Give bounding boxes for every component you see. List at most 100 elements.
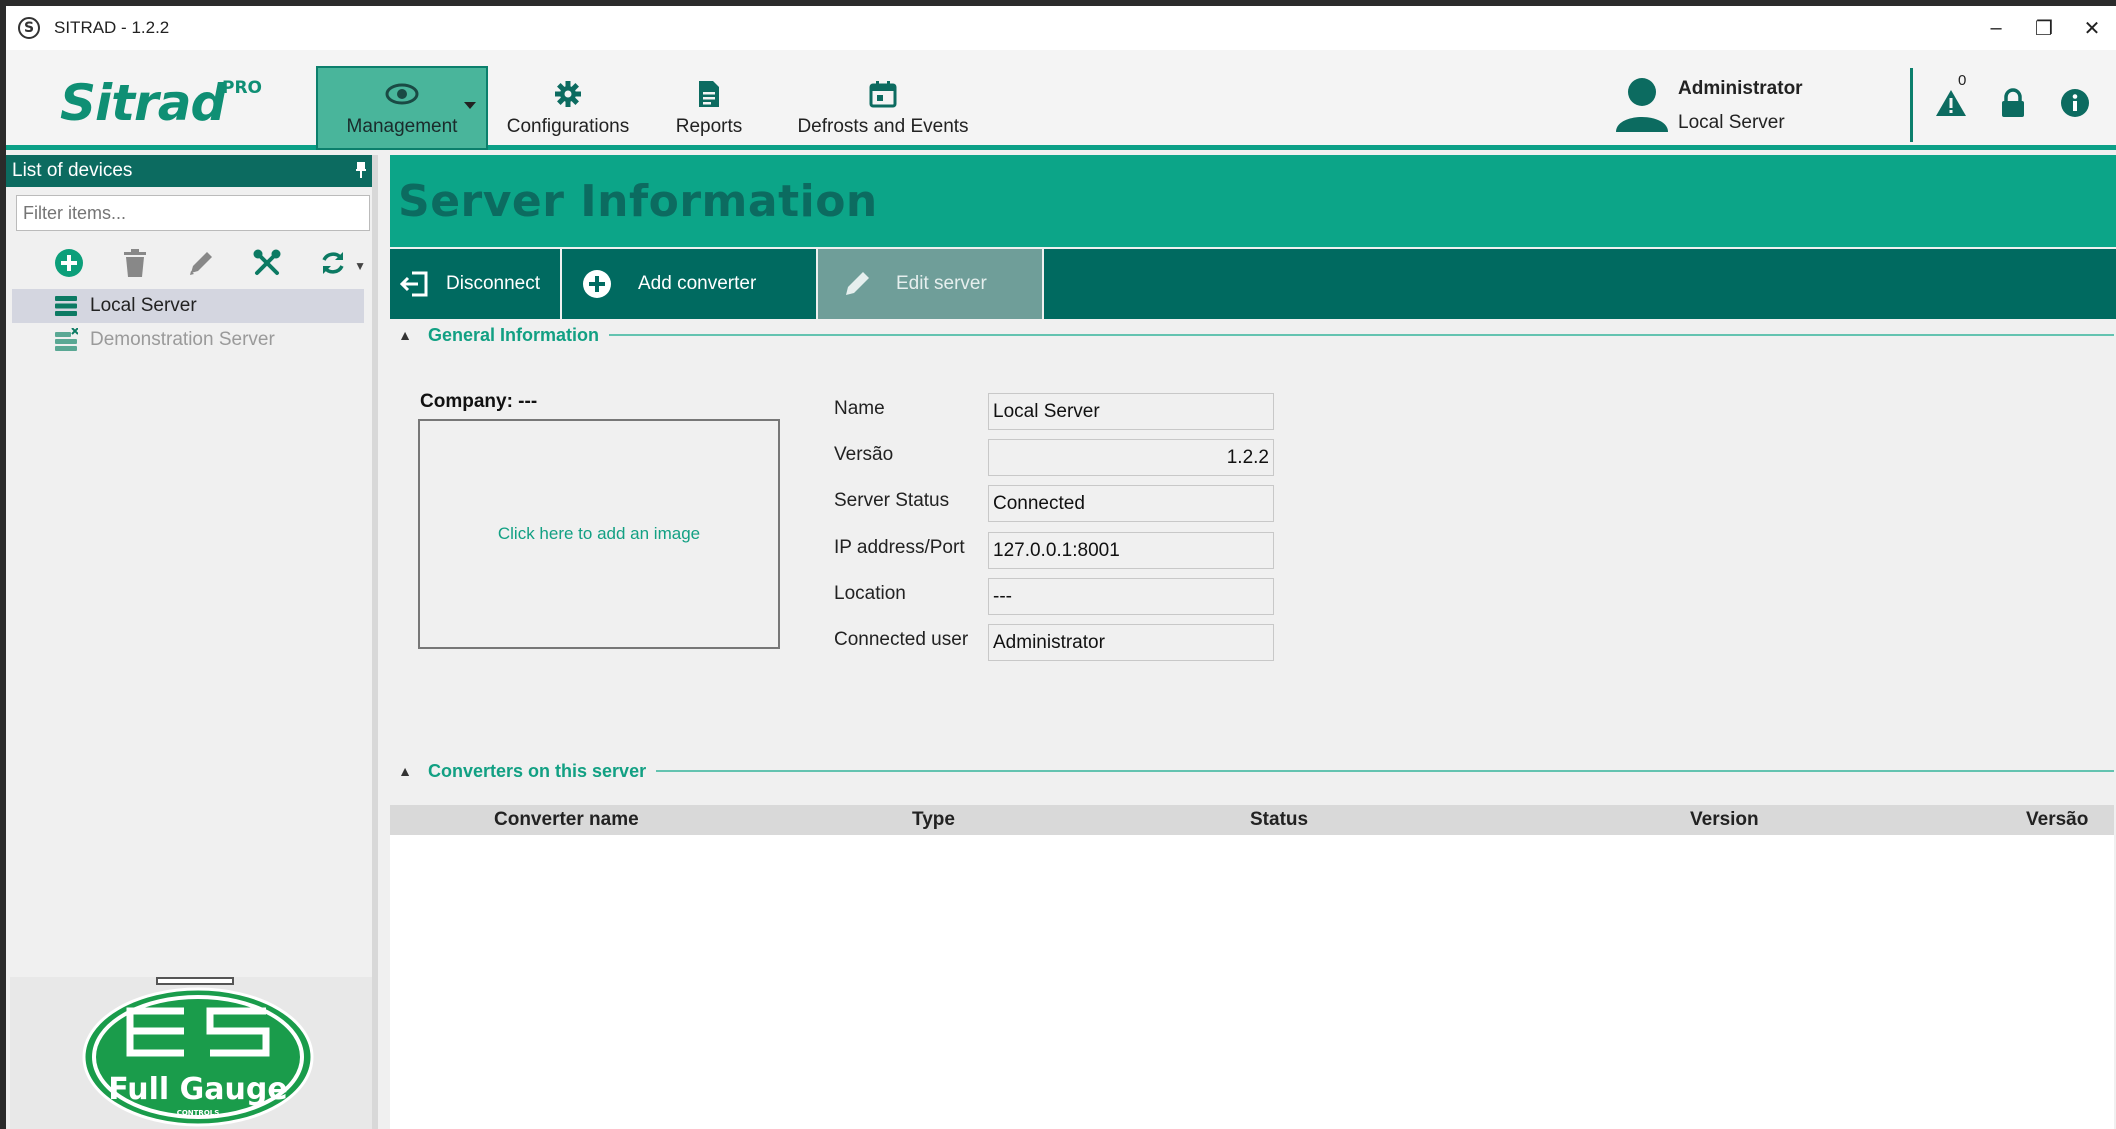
user-info[interactable]: Administrator Local Server <box>1606 68 1836 148</box>
app-icon: S <box>18 17 40 39</box>
server-disconnected-icon <box>55 328 78 351</box>
user-server: Local Server <box>1678 112 1785 133</box>
alert-count: 0 <box>1958 72 1967 89</box>
calendar-icon <box>869 78 897 110</box>
server-status-label: Server Status <box>834 490 950 511</box>
section-title: General Information <box>428 324 600 345</box>
section-divider <box>609 334 2114 336</box>
pin-icon[interactable] <box>356 162 366 178</box>
panel-title-text: List of devices <box>12 160 133 181</box>
full-gauge-logo: Full Gauge CONTROLS <box>82 987 314 1127</box>
version-label: Versão <box>834 444 894 465</box>
company-image-box[interactable]: Click here to add an image <box>418 419 780 649</box>
tree-item-demonstration-server[interactable]: Demonstration Server <box>12 323 364 357</box>
pencil-icon <box>840 267 874 301</box>
collapse-chevron-icon[interactable]: ▲ <box>390 763 420 779</box>
column-header-converter-name[interactable]: Converter name <box>494 809 639 831</box>
main-content: Server Information Disconnect Add conver… <box>390 155 2116 1129</box>
chevron-down-icon[interactable] <box>464 102 476 109</box>
main-menu: Management Configurations Reports Defros… <box>316 66 996 150</box>
gear-icon <box>554 78 582 110</box>
table-header: Converter name Type Status Version Versã… <box>390 805 2114 835</box>
restore-button[interactable]: ❐ <box>2020 6 2068 50</box>
connected-user-label: Connected user <box>834 629 969 650</box>
section-divider <box>656 770 2114 772</box>
ip-port-field[interactable]: 127.0.0.1:8001 <box>988 532 1274 569</box>
add-circle-icon <box>580 267 614 301</box>
ip-port-label: IP address/Port <box>834 537 965 558</box>
menu-label: Reports <box>675 116 743 137</box>
sitrad-logo-pro: PRO <box>222 78 263 98</box>
location-label: Location <box>834 583 906 604</box>
collapse-chevron-icon[interactable]: ▲ <box>390 327 420 343</box>
delete-icon[interactable] <box>102 243 168 283</box>
tools-icon[interactable] <box>234 243 300 283</box>
info-icon[interactable] <box>2058 86 2092 120</box>
device-list-panel: List of devices ▼ Loca <box>6 155 378 1129</box>
title-bar: S SITRAD - 1.2.2 – ❐ ✕ <box>6 6 2116 50</box>
edit-icon[interactable] <box>168 243 234 283</box>
tree-item-local-server[interactable]: Local Server <box>12 289 364 323</box>
menu-reports[interactable]: Reports <box>648 66 770 150</box>
edit-server-button[interactable]: Edit server <box>818 249 1044 319</box>
add-converter-button[interactable]: Add converter <box>562 249 818 319</box>
svg-text:Full Gauge: Full Gauge <box>108 1072 287 1107</box>
minimize-button[interactable]: – <box>1972 6 2020 50</box>
server-icon <box>55 296 77 316</box>
column-header-status[interactable]: Status <box>1250 809 1308 831</box>
disconnect-button[interactable]: Disconnect <box>390 249 562 319</box>
document-icon <box>697 78 721 110</box>
name-field[interactable]: Local Server <box>988 393 1274 430</box>
converters-table: Converter name Type Status Version Versã… <box>390 805 2114 1129</box>
edit-server-label: Edit server <box>896 273 987 294</box>
user-avatar-icon <box>1616 78 1668 132</box>
svg-text:CONTROLS: CONTROLS <box>177 1109 220 1117</box>
header-divider <box>1910 68 1913 142</box>
column-header-type[interactable]: Type <box>912 809 955 831</box>
device-tree: Local Server Demonstration Server <box>6 289 372 357</box>
add-icon[interactable] <box>36 243 102 283</box>
window-title: SITRAD - 1.2.2 <box>54 18 170 37</box>
location-field[interactable]: --- <box>988 578 1274 615</box>
lock-icon[interactable] <box>1996 86 2030 120</box>
menu-configurations[interactable]: Configurations <box>488 66 648 150</box>
add-image-link[interactable]: Click here to add an image <box>498 524 700 544</box>
panel-splitter-handle[interactable] <box>156 977 234 985</box>
menu-label: Defrosts and Events <box>797 116 969 137</box>
eye-icon <box>385 78 419 110</box>
tree-item-label: Demonstration Server <box>90 329 275 350</box>
menu-management[interactable]: Management <box>316 66 488 150</box>
disconnect-icon <box>398 267 432 301</box>
toolbar-overflow-icon[interactable]: ▼ <box>354 259 366 273</box>
add-converter-label: Add converter <box>638 273 757 294</box>
menu-label: Configurations <box>506 116 630 137</box>
app-window: S SITRAD - 1.2.2 – ❐ ✕ Sitrad PRO Manage… <box>6 6 2116 1129</box>
page-title: Server Information <box>398 175 878 227</box>
main-header: Sitrad PRO Management Configurations Rep… <box>6 50 2116 150</box>
disconnect-label: Disconnect <box>446 273 540 294</box>
user-name: Administrator <box>1678 78 1803 99</box>
device-filter-input[interactable] <box>16 195 370 231</box>
menu-label: Management <box>346 116 458 137</box>
page-header: Server Information <box>390 155 2116 247</box>
action-bar: Disconnect Add converter Edit server <box>390 249 2116 319</box>
window-controls: – ❐ ✕ <box>1972 6 2116 50</box>
column-header-version[interactable]: Version <box>1690 809 1759 831</box>
panel-title: List of devices <box>6 155 372 187</box>
close-button[interactable]: ✕ <box>2068 6 2116 50</box>
company-label: Company: --- <box>420 391 538 412</box>
name-label: Name <box>834 398 885 419</box>
brand-logo-area: Full Gauge CONTROLS <box>10 977 372 1129</box>
section-title: Converters on this server <box>428 760 647 781</box>
device-toolbar: ▼ <box>6 237 372 289</box>
server-status-field[interactable]: Connected <box>988 485 1274 522</box>
tree-item-label: Local Server <box>90 295 197 316</box>
sitrad-logo: Sitrad <box>60 74 226 132</box>
column-header-versao[interactable]: Versão <box>2026 809 2088 831</box>
menu-defrosts-events[interactable]: Defrosts and Events <box>770 66 996 150</box>
version-field[interactable]: 1.2.2 <box>988 439 1274 476</box>
general-info-header[interactable]: ▲ General Information <box>390 319 2116 351</box>
connected-user-field[interactable]: Administrator <box>988 624 1274 661</box>
converters-header[interactable]: ▲ Converters on this server <box>390 755 2116 787</box>
alert-icon[interactable] <box>1934 86 1968 120</box>
